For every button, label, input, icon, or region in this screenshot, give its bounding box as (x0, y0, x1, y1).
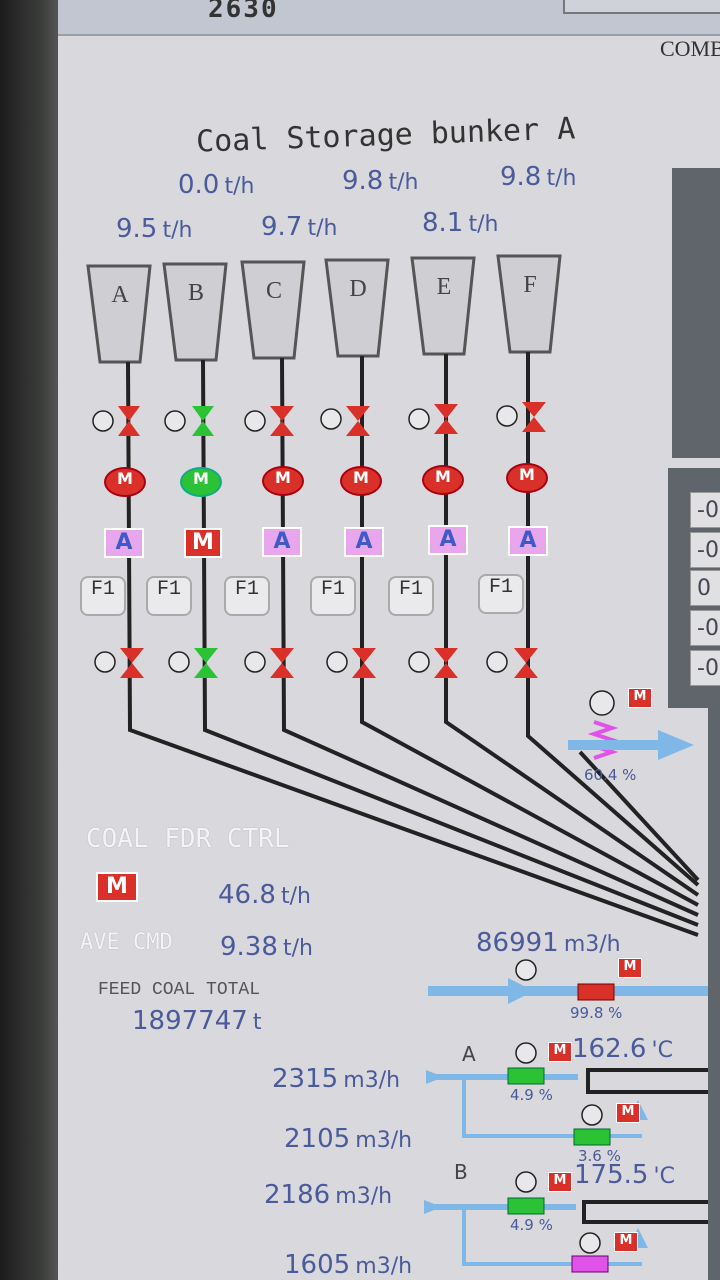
damper-a1 (507, 1067, 545, 1085)
pipe-e (444, 354, 700, 897)
valve-c-lower (270, 648, 294, 678)
damper-percent: 60.4 % (584, 766, 637, 784)
mode-button-b[interactable]: M (184, 528, 222, 558)
line-a-mode-m[interactable]: M (548, 1042, 572, 1062)
coal-fdr-ctrl-mode[interactable]: M (96, 872, 138, 902)
line-a-flow1: 2315 m3/h (272, 1064, 401, 1094)
hopper-e (410, 256, 476, 356)
ave-cmd-value: 9.38 t/h (220, 932, 313, 962)
right-panel-upper (672, 168, 720, 458)
scada-screen: 2630 COMB Coal Storage bunker A 0.0 t/h … (58, 0, 720, 1280)
mode-button-c[interactable]: A (262, 527, 302, 557)
bunker-letter-d: D (349, 276, 367, 302)
feeder-motor-c[interactable]: M (262, 466, 304, 496)
valve-e-lower (434, 648, 458, 678)
mode-button-a[interactable]: A (104, 528, 144, 558)
coal-fdr-ctrl-label: COAL FDR CTRL (86, 824, 290, 854)
mode-button-f[interactable]: A (508, 526, 548, 556)
right-value-5: -0 (690, 650, 720, 686)
line-b-pct1: 4.9 % (510, 1216, 553, 1234)
ave-cmd-label: AVE CMD (80, 930, 173, 955)
main-air-flow: 86991 m3/h (476, 928, 621, 958)
line-b-mode-m[interactable]: M (548, 1172, 572, 1192)
hopper-b (162, 262, 228, 362)
feeder-motor-f[interactable]: M (506, 463, 548, 493)
bunker-letter-e: E (436, 274, 452, 300)
air-pipe-main (428, 986, 720, 996)
main-air-damper-pct: 99.8 % (570, 1004, 623, 1022)
damper-b1 (507, 1197, 545, 1215)
hopper-c (240, 260, 306, 360)
damper-b2 (571, 1255, 609, 1273)
right-value-4: -0 (690, 610, 720, 646)
line-b-flow2: 1605 m3/h (284, 1250, 413, 1280)
valve-b-lower (194, 648, 218, 678)
bunker-letter-c: C (265, 278, 282, 304)
hopper-a (86, 264, 152, 364)
line-a-label: A (462, 1042, 476, 1066)
feeder-button-e[interactable]: F1 (388, 576, 434, 616)
coal-fdr-ctrl-rate: 46.8 t/h (218, 880, 311, 910)
valve-c-upper (270, 406, 294, 436)
feeder-motor-a[interactable]: M (104, 467, 146, 497)
hopper-f (496, 254, 562, 354)
monitor-bezel (0, 0, 58, 1280)
valve-a-lower (120, 648, 144, 678)
damper-mode-m[interactable]: M (628, 688, 652, 708)
right-panel-lower (708, 700, 720, 1280)
mode-button-d[interactable]: A (344, 527, 384, 557)
bunker-letter-f: F (523, 272, 537, 298)
valve-f-lower (514, 648, 538, 678)
valve-f-upper (522, 402, 546, 432)
right-value-1: -0 (690, 492, 720, 528)
right-value-2: -0 (690, 532, 720, 568)
valve-d-lower (352, 648, 376, 678)
feeder-motor-e[interactable]: M (422, 465, 464, 495)
hopper-d (324, 258, 390, 358)
feeder-button-f[interactable]: F1 (478, 574, 524, 614)
feeder-button-b[interactable]: F1 (146, 576, 192, 616)
line-a-pct1: 4.9 % (510, 1086, 553, 1104)
feeder-button-d[interactable]: F1 (310, 576, 356, 616)
line-b-temp: 175.5 'C (574, 1160, 675, 1190)
main-air-damper (577, 983, 615, 1001)
bunker-letter-a: A (111, 282, 129, 308)
line-a-flow2: 2105 m3/h (284, 1124, 413, 1154)
line-b2-mode-m[interactable]: M (614, 1232, 638, 1252)
right-value-3: 0 (690, 570, 720, 606)
damper-a2 (573, 1128, 611, 1146)
feeder-button-c[interactable]: F1 (224, 576, 270, 616)
feed-coal-total-label: FEED COAL TOTAL (98, 980, 261, 1000)
valve-b-upper (192, 406, 214, 436)
valve-d-upper (346, 406, 370, 436)
main-air-mode-m[interactable]: M (618, 958, 642, 978)
line-a-temp: 162.6 'C (572, 1034, 673, 1064)
feeder-motor-b[interactable]: M (180, 467, 222, 497)
bunker-letter-b: B (187, 280, 204, 306)
line-a2-mode-m[interactable]: M (616, 1103, 640, 1123)
valve-e-upper (434, 404, 458, 434)
feeder-motor-d[interactable]: M (340, 466, 382, 496)
line-b-flow1: 2186 m3/h (264, 1180, 393, 1210)
valve-a-upper (118, 406, 140, 436)
line-b-label: B (454, 1160, 468, 1184)
feeder-button-a[interactable]: F1 (80, 576, 126, 616)
mode-button-e[interactable]: A (428, 525, 468, 555)
feed-coal-total-value: 1897747 t (132, 1006, 262, 1036)
